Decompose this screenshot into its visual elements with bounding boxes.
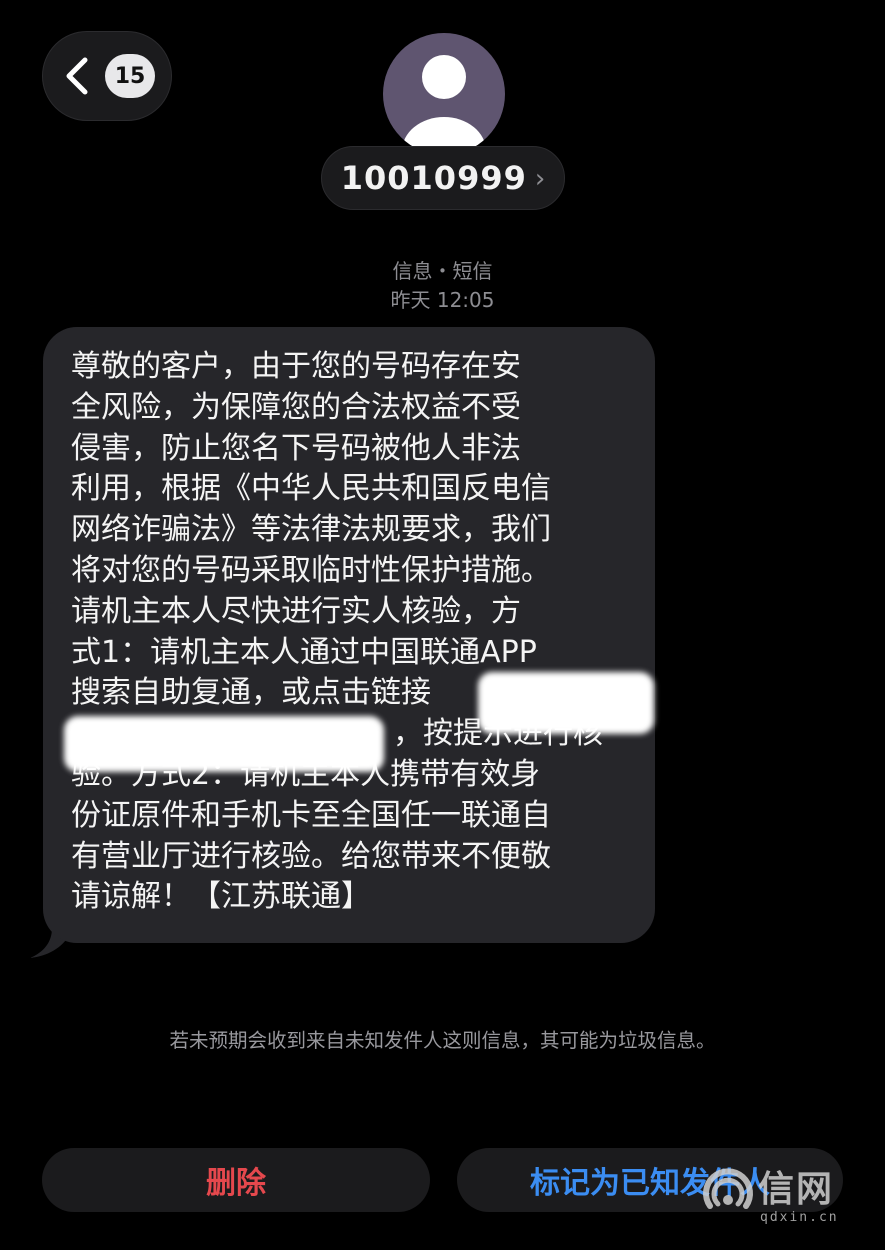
message-line: 份证原件和手机卡至全国任一联通自 <box>71 797 551 833</box>
redacted-link-part-1 <box>478 672 654 734</box>
back-button[interactable]: 15 <box>42 31 172 121</box>
contact-avatar[interactable] <box>383 33 505 155</box>
message-line: 请谅解！【江苏联通】 <box>71 879 371 915</box>
message-line: 将对您的号码采取临时性保护措施。 <box>71 552 551 588</box>
message-line: 有营业厅进行核验。给您带来不便敬 <box>71 838 551 874</box>
delete-button[interactable]: 删除 <box>42 1148 430 1212</box>
spam-notice: 若未预期会收到来自未知发件人这则信息，其可能为垃圾信息。 <box>169 1029 716 1052</box>
contact-header-button[interactable]: 10010999 › <box>321 146 565 210</box>
message-line: 利用，根据《中华人民共和国反电信 <box>71 471 551 507</box>
unread-count-badge: 15 <box>105 54 155 98</box>
message-timestamp: 昨天 12:05 <box>390 288 495 312</box>
message-line: 侵害，防止您名下号码被他人非法 <box>71 430 521 466</box>
message-line: 请机主本人尽快进行实人核验，方 <box>71 593 521 629</box>
message-line: 网络诈骗法》等法律法规要求，我们 <box>71 512 551 548</box>
watermark-logo-icon <box>703 1168 753 1209</box>
watermark-text: 信网 <box>758 1169 835 1210</box>
contact-number: 10010999 <box>340 159 527 197</box>
watermark-url: qdxin.cn <box>760 1210 839 1225</box>
message-line: 全风险，为保障您的合法权益不受 <box>71 389 521 425</box>
message-line: 式1：请机主本人通过中国联通APP <box>71 634 537 670</box>
chevron-right-icon: › <box>534 164 546 194</box>
chevron-left-icon <box>59 54 95 98</box>
message-line: 尊敬的客户，由于您的号码存在安 <box>71 349 521 384</box>
message-type-label: 信息・短信 <box>392 259 493 283</box>
message-bubble[interactable]: 尊敬的客户，由于您的号码存在安 全风险，为保障您的合法权益不受 侵害，防止您名下… <box>43 327 655 943</box>
watermark: 信网 qdxin.cn <box>700 1160 850 1242</box>
person-icon <box>402 55 486 155</box>
redacted-link-part-2 <box>64 716 384 772</box>
message-text: 尊敬的客户，由于您的号码存在安 全风险，为保障您的合法权益不受 侵害，防止您名下… <box>71 347 631 918</box>
